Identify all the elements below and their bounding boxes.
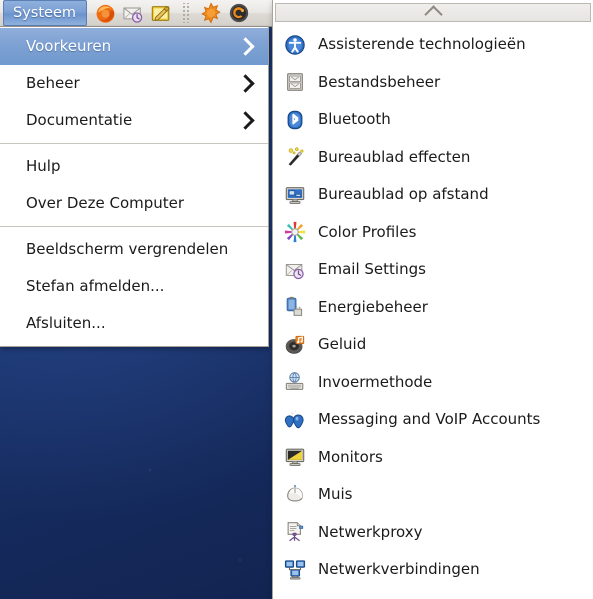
- chevron-right-icon: [236, 111, 255, 130]
- submenu-scroll-up-button[interactable]: [275, 3, 591, 24]
- panel-launcher-icons: [92, 1, 252, 25]
- submenu-item-label: Bestandsbeheer: [318, 72, 441, 91]
- desktop-screen: Systeem Voorkeuren Beheer Documentatie H…: [0, 0, 593, 599]
- menu-item-label: Documentatie: [26, 111, 133, 129]
- submenu-item-label: Energiebeheer: [318, 297, 428, 316]
- menu-item-label: Beheer: [26, 74, 80, 92]
- desktop-effects-icon: [283, 145, 307, 169]
- submenu-item-netwerkverbindingen[interactable]: Netwerkverbindingen: [273, 551, 593, 589]
- system-root-menu: Voorkeuren Beheer Documentatie Hulp Over…: [0, 27, 269, 347]
- submenu-item-invoermethode[interactable]: Invoermethode: [273, 364, 593, 402]
- menu-item-label: Stefan afmelden...: [26, 277, 165, 295]
- menu-item-label: Beeldscherm vergrendelen: [26, 240, 229, 258]
- clipped-item-icon: [283, 595, 307, 599]
- submenu-item-label: Muis: [318, 485, 353, 504]
- monitors-icon: [283, 445, 307, 469]
- menu-separator: [0, 226, 268, 227]
- notepad-edit-icon[interactable]: [148, 1, 174, 25]
- chevron-up-icon: [423, 5, 443, 24]
- submenu-item-color-profiles[interactable]: Color Profiles: [273, 214, 593, 252]
- email-settings-icon: [283, 258, 307, 282]
- input-method-icon: [283, 370, 307, 394]
- submenu-item-label: Color Profiles: [318, 222, 417, 241]
- firefox-icon[interactable]: [92, 1, 118, 25]
- bluetooth-icon: [283, 108, 307, 132]
- submenu-item-label: Email Settings: [318, 260, 426, 279]
- submenu-item-netwerkproxy[interactable]: Netwerkproxy: [273, 514, 593, 552]
- menu-item-label: Voorkeuren: [26, 37, 112, 55]
- menu-item-afsluiten[interactable]: Afsluiten...: [0, 305, 268, 342]
- submenu-item-assisterende-technologieen[interactable]: Assisterende technologieën: [273, 26, 593, 64]
- menu-item-beheer[interactable]: Beheer: [0, 65, 268, 102]
- drag-handle-grip[interactable]: [182, 3, 191, 23]
- menu-item-beeldscherm-vergrendelen[interactable]: Beeldscherm vergrendelen: [0, 231, 268, 268]
- submenu-item-label: Bureaublad op afstand: [318, 185, 489, 204]
- menu-item-label: Afsluiten...: [26, 314, 106, 332]
- chevron-right-icon: [236, 74, 255, 93]
- submenu-item-bluetooth[interactable]: Bluetooth: [273, 101, 593, 139]
- menu-item-label: Hulp: [26, 157, 61, 175]
- email-client-icon[interactable]: [120, 1, 146, 25]
- messaging-voip-icon: [283, 408, 307, 432]
- submenu-item-energiebeheer[interactable]: Energiebeheer: [273, 289, 593, 327]
- submenu-item-bureaublad-effecten[interactable]: Bureaublad effecten: [273, 139, 593, 177]
- sound-icon: [283, 333, 307, 357]
- update-manager-icon[interactable]: [226, 1, 252, 25]
- submenu-item-label: Monitors: [318, 447, 383, 466]
- submenu-item-monitors[interactable]: Monitors: [273, 439, 593, 477]
- submenu-item-label: Geluid: [318, 335, 367, 354]
- accessibility-icon: [283, 33, 307, 57]
- submenu-item-email-settings[interactable]: Email Settings: [273, 251, 593, 289]
- menu-item-voorkeuren[interactable]: Voorkeuren: [0, 28, 268, 65]
- voorkeuren-submenu: Assisterende technologieën Bestandsbehee…: [272, 0, 593, 599]
- submenu-item-geluid[interactable]: Geluid: [273, 326, 593, 364]
- system-menu-label: Systeem: [13, 5, 76, 21]
- menu-item-label: Over Deze Computer: [26, 194, 185, 212]
- chevron-right-icon: [236, 37, 255, 56]
- color-profiles-icon: [283, 220, 307, 244]
- submenu-item-label: Messaging and VoIP Accounts: [318, 410, 541, 429]
- submenu-item-clipped[interactable]: [273, 589, 593, 599]
- brightness-sun-icon[interactable]: [198, 1, 224, 25]
- network-proxy-icon: [283, 520, 307, 544]
- system-menu-button[interactable]: Systeem: [3, 0, 87, 26]
- submenu-item-label: Assisterende technologieën: [318, 35, 526, 54]
- mouse-icon: [283, 483, 307, 507]
- menu-item-over-deze-computer[interactable]: Over Deze Computer: [0, 185, 268, 222]
- submenu-item-label: Invoermethode: [318, 372, 433, 391]
- menu-separator: [0, 143, 268, 144]
- submenu-item-bestandsbeheer[interactable]: Bestandsbeheer: [273, 64, 593, 102]
- submenu-item-messaging-voip-accounts[interactable]: Messaging and VoIP Accounts: [273, 401, 593, 439]
- submenu-item-list: Assisterende technologieën Bestandsbehee…: [273, 23, 593, 599]
- submenu-item-muis[interactable]: Muis: [273, 476, 593, 514]
- menu-item-hulp[interactable]: Hulp: [0, 148, 268, 185]
- menu-item-documentatie[interactable]: Documentatie: [0, 102, 268, 139]
- remote-desktop-icon: [283, 183, 307, 207]
- submenu-item-label: Netwerkproxy: [318, 522, 423, 541]
- network-connections-icon: [283, 558, 307, 582]
- submenu-item-bureaublad-op-afstand[interactable]: Bureaublad op afstand: [273, 176, 593, 214]
- submenu-item-label: Bureaublad effecten: [318, 147, 471, 166]
- power-management-icon: [283, 295, 307, 319]
- submenu-item-label: Netwerkverbindingen: [318, 560, 480, 579]
- menu-item-afmelden[interactable]: Stefan afmelden...: [0, 268, 268, 305]
- file-manager-icon: [283, 70, 307, 94]
- submenu-item-label: Bluetooth: [318, 110, 391, 129]
